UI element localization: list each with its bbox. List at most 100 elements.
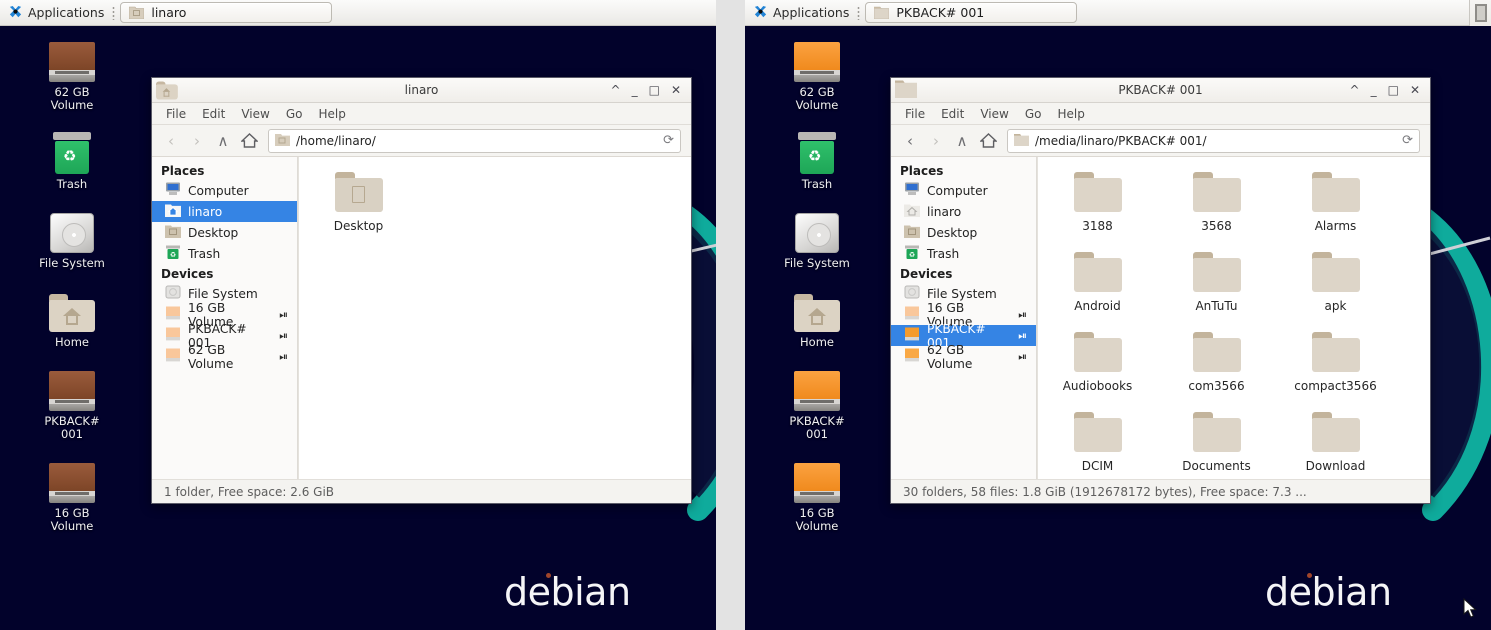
menu-help[interactable]: Help: [1049, 106, 1092, 122]
shade-button[interactable]: ^: [611, 84, 621, 96]
desktop-icon-pkback-001[interactable]: PKBACK# 001: [763, 363, 871, 441]
sidebar-item-linaro[interactable]: linaro: [152, 201, 297, 222]
file-item-alarms[interactable]: Alarms: [1276, 167, 1395, 233]
desktop-icon-file-system[interactable]: File System: [18, 205, 126, 270]
sidebar-item-desktop[interactable]: Desktop: [891, 222, 1036, 243]
sidebar-item-computer[interactable]: Computer: [891, 180, 1036, 201]
menu-view[interactable]: View: [233, 106, 277, 122]
reload-icon[interactable]: ⟳: [1402, 133, 1413, 148]
eject-icon[interactable]: ⏯: [279, 350, 288, 364]
shade-button[interactable]: ^: [1350, 84, 1360, 96]
sidebar-item-trash[interactable]: ♻ Trash: [891, 243, 1036, 264]
window-body: Places Computer linaro Desktop ♻ Trash D…: [891, 157, 1430, 479]
up-button[interactable]: ∧: [949, 129, 975, 153]
file-item-documents[interactable]: Documents: [1157, 407, 1276, 473]
desktop-icon-16gb-volume[interactable]: 16 GB Volume: [18, 455, 126, 533]
desktop-icon-file-system[interactable]: File System: [763, 205, 871, 270]
eject-icon[interactable]: ⏯: [1018, 329, 1027, 343]
sidebar-item-linaro[interactable]: linaro: [891, 201, 1036, 222]
window-titlebar[interactable]: PKBACK# 001 ^ _ □ ✕: [891, 78, 1430, 103]
window-controls[interactable]: ^ _ □ ✕: [611, 84, 691, 96]
maximize-button[interactable]: □: [649, 84, 660, 96]
desktop-icon-home[interactable]: Home: [763, 284, 871, 349]
menu-go[interactable]: Go: [278, 106, 311, 122]
harddisk-icon: [18, 205, 126, 253]
sidebar-item-label: Computer: [188, 183, 249, 198]
window-controls[interactable]: ^ _ □ ✕: [1350, 84, 1430, 96]
back-button[interactable]: ‹: [158, 129, 184, 153]
sidebar-devices-header: Devices: [900, 267, 953, 281]
taskbar-button-pkback[interactable]: PKBACK# 001: [865, 2, 1078, 23]
desktop-icon-62gb-volume[interactable]: 62 GB Volume: [763, 34, 871, 112]
panel-edge-widget[interactable]: [1469, 0, 1491, 26]
window-titlebar[interactable]: linaro ^ _ □ ✕: [152, 78, 691, 103]
menu-view[interactable]: View: [972, 106, 1016, 122]
file-item-com3566[interactable]: com3566: [1157, 327, 1276, 393]
eject-icon[interactable]: ⏯: [279, 308, 288, 322]
file-item-label: apk: [1324, 299, 1347, 313]
reload-icon[interactable]: ⟳: [663, 133, 674, 148]
close-button[interactable]: ✕: [671, 84, 681, 96]
file-item-compact3566[interactable]: compact3566: [1276, 327, 1395, 393]
minimize-button[interactable]: _: [632, 84, 638, 96]
sidebar-item-desktop[interactable]: Desktop: [152, 222, 297, 243]
taskbar-button-linaro[interactable]: linaro: [120, 2, 333, 23]
menu-file[interactable]: File: [158, 106, 194, 122]
menu-help[interactable]: Help: [310, 106, 353, 122]
xfce-panel-right[interactable]: Applications PKBACK# 001: [745, 0, 1491, 26]
file-item-dcim[interactable]: DCIM: [1038, 407, 1157, 473]
file-item-audiobooks[interactable]: Audiobooks: [1038, 327, 1157, 393]
toolbar-pathbar[interactable]: ‹ › ∧ /home/linaro/ ⟳: [152, 125, 691, 157]
file-manager-window-linaro[interactable]: linaro ^ _ □ ✕ File Edit View Go Help ‹ …: [151, 77, 692, 504]
file-item-download[interactable]: Download: [1276, 407, 1395, 473]
minimize-button[interactable]: _: [1371, 84, 1377, 96]
forward-button[interactable]: ›: [923, 129, 949, 153]
file-item-label: compact3566: [1294, 379, 1377, 393]
sidebar-item-trash[interactable]: ♻ Trash: [152, 243, 297, 264]
menubar[interactable]: File Edit View Go Help: [891, 103, 1430, 125]
menu-edit[interactable]: Edit: [933, 106, 972, 122]
home-icon[interactable]: [975, 129, 1001, 153]
sidebar-item-62gb-volume[interactable]: 62 GB Volume ⏯: [152, 343, 297, 371]
desktop-icon-trash[interactable]: ♻ Trash: [763, 126, 871, 191]
maximize-button[interactable]: □: [1388, 84, 1399, 96]
up-button[interactable]: ∧: [210, 129, 236, 153]
sidebar-item-62gb-volume[interactable]: 62 GB Volume ⏯: [891, 343, 1036, 371]
file-item-3568[interactable]: 3568: [1157, 167, 1276, 233]
xfce-panel-left[interactable]: Applications linaro: [0, 0, 716, 26]
path-input[interactable]: /media/linaro/PKBACK# 001/ ⟳: [1007, 128, 1420, 153]
applications-button[interactable]: Applications: [0, 3, 110, 22]
sidebar-item-label: Desktop: [188, 225, 239, 240]
file-item-desktop[interactable]: Desktop: [299, 167, 418, 233]
desktop-icon-62gb-volume[interactable]: 62 GB Volume: [18, 34, 126, 112]
toolbar-pathbar[interactable]: ‹ › ∧ /media/linaro/PKBACK# 001/ ⟳: [891, 125, 1430, 157]
file-manager-window-pkback[interactable]: PKBACK# 001 ^ _ □ ✕ File Edit View Go He…: [890, 77, 1431, 504]
desktop-icon-pkback-001[interactable]: PKBACK# 001: [18, 363, 126, 441]
sidebar-item-computer[interactable]: Computer: [152, 180, 297, 201]
close-button[interactable]: ✕: [1410, 84, 1420, 96]
forward-button[interactable]: ›: [184, 129, 210, 153]
home-icon[interactable]: [236, 129, 262, 153]
eject-icon[interactable]: ⏯: [1018, 350, 1027, 364]
eject-icon[interactable]: ⏯: [1018, 308, 1027, 322]
file-item-3188[interactable]: 3188: [1038, 167, 1157, 233]
menu-go[interactable]: Go: [1017, 106, 1050, 122]
eject-icon[interactable]: ⏯: [279, 329, 288, 343]
menubar[interactable]: File Edit View Go Help: [152, 103, 691, 125]
applications-button[interactable]: Applications: [745, 3, 855, 22]
file-item-antutu[interactable]: AnTuTu: [1157, 247, 1276, 313]
file-item-android[interactable]: Android: [1038, 247, 1157, 313]
file-list-view[interactable]: Desktop: [298, 157, 691, 479]
desktop-icon-16gb-volume[interactable]: 16 GB Volume: [763, 455, 871, 533]
desktop-icon-trash[interactable]: ♻ Trash: [18, 126, 126, 191]
menu-file[interactable]: File: [897, 106, 933, 122]
applications-label: Applications: [773, 5, 850, 20]
file-list-view[interactable]: 3188 3568 Alarms Android AnTuTu apk Audiobooks…: [1037, 157, 1430, 479]
back-button[interactable]: ‹: [897, 129, 923, 153]
trash-icon: ♻: [165, 245, 181, 262]
menu-edit[interactable]: Edit: [194, 106, 233, 122]
path-input[interactable]: /home/linaro/ ⟳: [268, 128, 681, 153]
sidebar-item-label: 62 GB Volume: [188, 342, 234, 371]
file-item-apk[interactable]: apk: [1276, 247, 1395, 313]
desktop-icon-home[interactable]: Home: [18, 284, 126, 349]
